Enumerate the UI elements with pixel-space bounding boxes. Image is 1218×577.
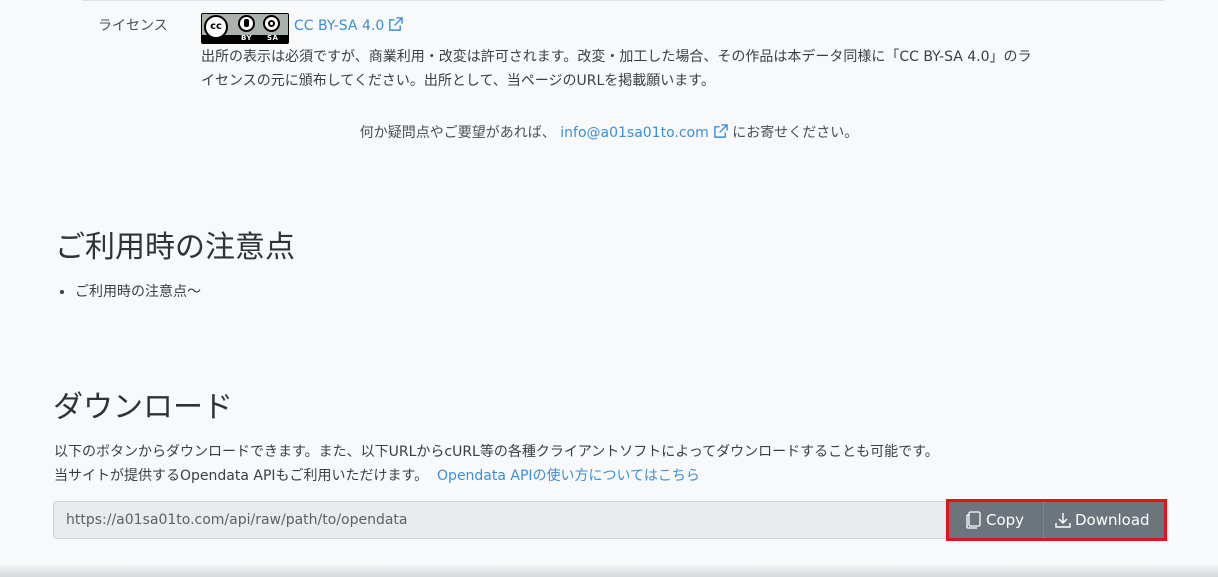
download-description-line1: 以下のボタンからダウンロードできます。また、以下URLからcURL等の各種クライ… — [54, 444, 939, 460]
cc-icon: cc — [204, 15, 228, 39]
contact-email-text: info@a01sa01to.com — [560, 125, 709, 141]
download-description-line2: 当サイトが提供するOpendata APIもご利用いただけます。 Opendat… — [54, 464, 939, 488]
copy-icon — [966, 511, 981, 529]
license-description-line1: 出所の表示は必須ですが、商業利用・改変は許可されます。改変・加工した場合、その作… — [201, 49, 1032, 65]
license-description: 出所の表示は必須ですが、商業利用・改変は許可されます。改変・加工した場合、その作… — [201, 45, 1151, 93]
download-button[interactable]: Download — [1043, 502, 1164, 538]
badge-sa-text: SA — [267, 34, 279, 42]
external-link-icon — [713, 124, 728, 138]
download-button-label: Download — [1075, 511, 1150, 529]
copy-button-label: Copy — [986, 511, 1025, 529]
copy-button[interactable]: Copy — [949, 502, 1043, 538]
download-heading: ダウンロード — [53, 390, 233, 425]
contact-line: 何か疑問点やご要望があれば、 info@a01sa01to.com にお寄せくだ… — [0, 122, 1218, 142]
notice-list: ご利用時の注意点〜 — [75, 281, 201, 301]
by-icon — [238, 15, 255, 32]
list-item: ご利用時の注意点〜 — [75, 281, 201, 301]
download-description: 以下のボタンからダウンロードできます。また、以下URLからcURL等の各種クライ… — [54, 440, 939, 488]
top-divider — [82, 0, 1164, 1]
cc-license-badge[interactable]: cc BY SA — [201, 13, 289, 44]
contact-suffix: にお寄せください。 — [732, 125, 859, 141]
license-label: ライセンス — [98, 18, 168, 34]
license-description-line2: イセンスの元に頒布してください。出所として、当ページのURLを掲載願います。 — [201, 73, 715, 89]
license-link-text: CC BY-SA 4.0 — [294, 18, 385, 34]
contact-prefix: 何か疑問点やご要望があれば、 — [359, 125, 556, 141]
download-url-input[interactable] — [53, 501, 948, 539]
badge-by-text: BY — [241, 34, 253, 42]
download-icon — [1055, 513, 1071, 528]
download-input-group: Copy Download — [53, 499, 1167, 541]
license-link[interactable]: CC BY-SA 4.0 — [294, 17, 403, 34]
download-description-line2-text: 当サイトが提供するOpendata APIもご利用いただけます。 — [54, 468, 429, 484]
api-usage-link[interactable]: Opendata APIの使い方についてはこちら — [437, 468, 700, 484]
button-highlight-box: Copy Download — [946, 499, 1167, 541]
notice-heading: ご利用時の注意点 — [55, 230, 295, 265]
sa-icon — [263, 15, 280, 32]
page-bottom-edge — [0, 563, 1218, 577]
external-link-icon — [389, 17, 403, 31]
contact-email-link[interactable]: info@a01sa01to.com — [560, 124, 728, 141]
